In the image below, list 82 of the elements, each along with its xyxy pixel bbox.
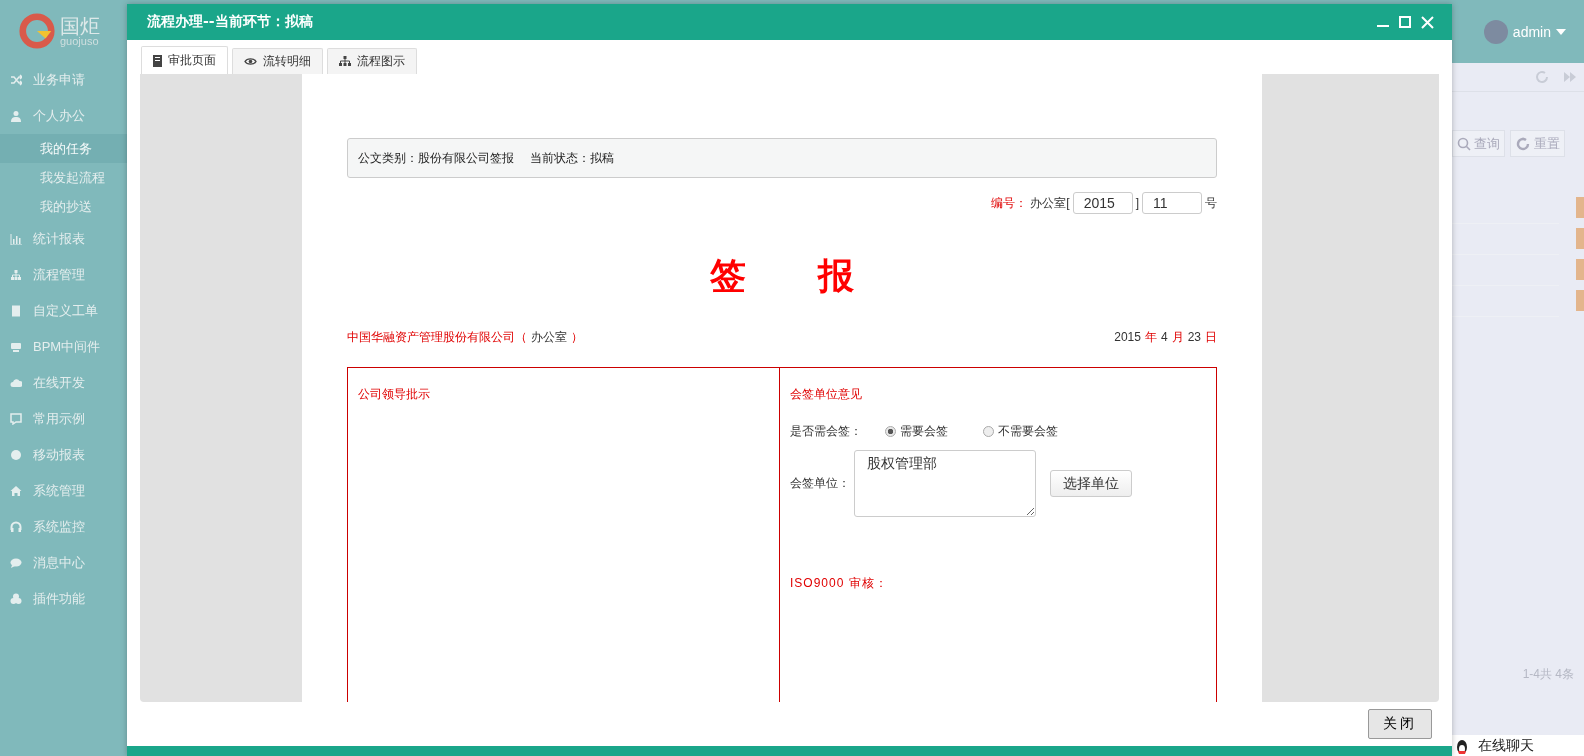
select-unit-button[interactable]: 选择单位: [1050, 470, 1132, 498]
field-label: 会签单位：: [790, 475, 850, 493]
chat-label: 在线聊天: [1478, 736, 1534, 755]
headphones-icon: [10, 521, 22, 533]
cell-title: 会签单位意见: [790, 386, 862, 404]
cloud-icon: [10, 377, 22, 389]
bracket-text: ]: [1135, 196, 1139, 210]
sidebar-item[interactable]: 系统管理: [0, 473, 127, 509]
document-icon: [10, 305, 22, 317]
eye-icon: [244, 57, 257, 66]
reset-button[interactable]: 重置: [1510, 130, 1565, 157]
avatar-icon: [1483, 19, 1508, 44]
company-name: 中国华融资产管理股份有限公司（: [347, 329, 527, 347]
sidebar-item[interactable]: 常用示例: [0, 401, 127, 437]
info-text: 当前状态：拟稿: [530, 149, 614, 167]
monitor-icon: [10, 341, 22, 353]
sitemap-icon: [339, 56, 351, 67]
year-field[interactable]: 2015: [1072, 192, 1133, 214]
sidebar-item[interactable]: 系统监控: [0, 509, 127, 545]
status-tag: [1576, 259, 1584, 280]
sidebar-item[interactable]: 流程管理: [0, 257, 127, 293]
cubes-icon: [10, 593, 22, 605]
cell-title: 公司领导批示: [358, 386, 430, 404]
chat-box-icon: [10, 413, 22, 425]
field-label: 是否需会签：: [790, 423, 863, 441]
document-icon: [153, 54, 162, 67]
sidebar-item[interactable]: 自定义工单: [0, 293, 127, 329]
number-suffix: 号: [1205, 194, 1217, 212]
status-tag: [1576, 290, 1584, 311]
document-heading: 签 报: [709, 254, 855, 298]
tab[interactable]: 流转明细: [232, 48, 323, 74]
comment-icon: [10, 557, 22, 569]
sidebar-item[interactable]: 个人办公: [0, 98, 127, 134]
bracket-text: ）: [571, 329, 583, 347]
logo-icon: [18, 12, 56, 50]
sidebar-item[interactable]: 在线开发: [0, 365, 127, 401]
sidebar-item[interactable]: 统计报表: [0, 221, 127, 257]
bar-chart-icon: [10, 233, 22, 245]
search-button[interactable]: 查询: [1452, 130, 1505, 157]
search-icon: [1457, 136, 1471, 151]
logo-text: 国炬: [60, 15, 100, 36]
user-menu[interactable]: admin: [1483, 19, 1566, 44]
caret-icon: [1556, 28, 1566, 35]
shuffle-icon: [10, 74, 22, 86]
number-prefix: 办公室[: [1030, 194, 1070, 212]
date-text: 日: [1205, 329, 1217, 347]
close-button[interactable]: 关闭: [1368, 709, 1432, 739]
sidebar-subitem[interactable]: 我的抄送: [0, 192, 127, 221]
number-label: 编号：: [991, 194, 1028, 212]
sidebar-item[interactable]: 移动报表: [0, 437, 127, 473]
iso-label: ISO9000 审核：: [790, 575, 888, 593]
date-text: 23: [1187, 330, 1201, 345]
status-tag: [1576, 197, 1584, 218]
penguin-icon: [1454, 737, 1470, 754]
radio-option[interactable]: 需要会签: [885, 423, 983, 441]
date-text: 年: [1144, 329, 1157, 347]
radio-option[interactable]: 不需要会签: [983, 423, 1081, 441]
date-text: 2015: [1114, 330, 1141, 345]
number-field[interactable]: 11: [1142, 192, 1202, 214]
sidebar-subitem[interactable]: 我发起流程: [0, 163, 127, 192]
close-icon[interactable]: [1421, 15, 1434, 29]
sidebar-subitem[interactable]: 我的任务: [0, 134, 127, 163]
user-name: admin: [1512, 23, 1551, 40]
sidebar-item[interactable]: 消息中心: [0, 545, 127, 581]
logo-subtext: guojuso: [60, 35, 99, 47]
date-text: 月: [1171, 329, 1184, 347]
sitemap-icon: [10, 269, 22, 281]
tab[interactable]: 审批页面: [141, 46, 228, 74]
department-text: 办公室: [531, 329, 567, 347]
dialog-title: 流程办理--当前环节：拟稿: [147, 13, 313, 31]
tab[interactable]: 流程图示: [327, 48, 417, 74]
home-icon: [10, 485, 22, 497]
user-icon: [10, 110, 22, 122]
sidebar-item[interactable]: 插件功能: [0, 581, 127, 617]
unit-textarea[interactable]: 股权管理部: [854, 450, 1036, 518]
refresh-icon: [1515, 135, 1531, 152]
info-text: 公文类别：股份有限公司签报: [358, 149, 514, 167]
date-text: 4: [1160, 330, 1168, 345]
sidebar-item[interactable]: BPM中间件: [0, 329, 127, 365]
sidebar-item[interactable]: 业务申请: [0, 62, 127, 98]
maximize-icon[interactable]: [1399, 16, 1411, 28]
status-tag: [1576, 228, 1584, 249]
